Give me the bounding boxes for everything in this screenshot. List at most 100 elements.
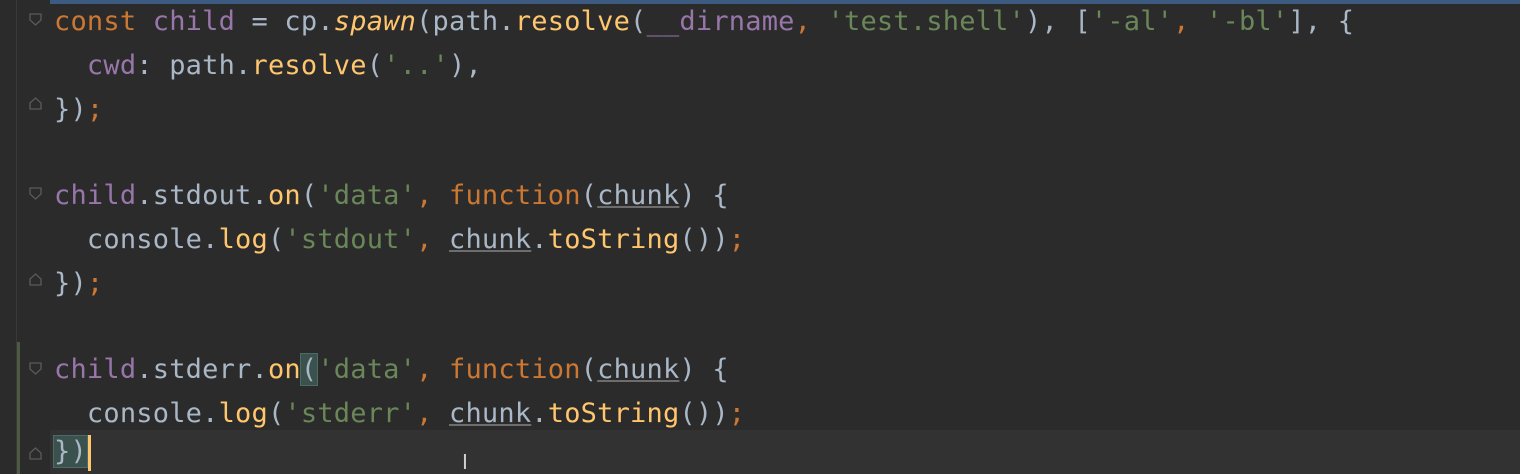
dot: .: [136, 354, 153, 385]
semicolon: ;: [728, 224, 746, 255]
property-cwd: cwd: [54, 50, 137, 81]
keyword-const: const: [54, 6, 137, 37]
comma: ,: [416, 354, 449, 385]
string-data: 'data': [317, 354, 417, 385]
code-line-5[interactable]: child.stdout.on('data', function(chunk) …: [54, 174, 729, 218]
string-stdout: 'stdout': [284, 224, 417, 255]
code-line-6[interactable]: console.log('stdout', chunk.toString());: [54, 218, 745, 262]
dot: .: [202, 224, 219, 255]
method-log: log: [218, 224, 268, 255]
comma: ,: [416, 398, 449, 429]
paren-open: (: [267, 398, 285, 429]
paren-close: ()): [679, 224, 729, 255]
paren-open: (: [630, 6, 647, 37]
comma: ,: [416, 224, 449, 255]
fold-end-marker-icon[interactable]: [29, 447, 42, 460]
paren-open: (: [580, 180, 598, 211]
paren-open: (: [366, 50, 384, 81]
block-close: }): [54, 268, 87, 299]
punctuation: ), [: [1025, 6, 1091, 37]
comma: ,: [794, 6, 828, 37]
string-bl: '-bl': [1206, 6, 1289, 37]
method-tostring: toString: [547, 224, 680, 255]
current-line-highlight: [0, 430, 1520, 474]
string-stderr: 'stderr': [284, 398, 417, 429]
semicolon: ;: [86, 268, 104, 299]
matched-paren-open: (: [299, 353, 319, 386]
code-line-9[interactable]: child.stderr.on('data', function(chunk) …: [54, 348, 729, 392]
dot: .: [202, 398, 219, 429]
vcs-change-marker[interactable]: [17, 342, 20, 474]
string-data: 'data': [317, 180, 417, 211]
param-chunk: chunk: [597, 354, 680, 385]
param-chunk: chunk: [449, 398, 532, 429]
property-stderr: stderr: [152, 354, 252, 385]
semicolon: ;: [728, 398, 746, 429]
paren-brace: ) {: [679, 180, 729, 211]
text-caret: [87, 434, 91, 471]
variable-child: child: [54, 354, 137, 385]
identifier-path: path: [169, 50, 236, 81]
fold-marker-icon[interactable]: [29, 362, 42, 375]
keyword-function: function: [449, 354, 581, 385]
fold-end-marker-icon[interactable]: [29, 97, 42, 110]
dot: .: [531, 224, 548, 255]
text-cursor-icon: I: [462, 450, 468, 474]
string-test-shell: 'test.shell': [827, 6, 1026, 37]
paren-close-comma: ),: [449, 50, 482, 81]
property-stdout: stdout: [152, 180, 252, 211]
comma: ,: [416, 180, 449, 211]
comma: ,: [1173, 6, 1207, 37]
dot: .: [498, 6, 515, 37]
punctuation: ], {: [1288, 6, 1355, 37]
paren-brace: ) {: [679, 354, 729, 385]
code-line-1[interactable]: const child = cp.spawn(path.resolve(__di…: [54, 0, 1354, 44]
code-line-3[interactable]: });: [54, 88, 103, 132]
dot: .: [251, 354, 268, 385]
semicolon: ;: [86, 94, 104, 125]
paren-close: ()): [679, 398, 729, 429]
fold-end-marker-icon[interactable]: [29, 273, 42, 286]
method-on: on: [267, 354, 301, 385]
fold-marker-icon[interactable]: [29, 13, 42, 26]
dot: .: [531, 398, 548, 429]
paren-open: (: [267, 224, 285, 255]
dot: .: [317, 6, 334, 37]
code-editor[interactable]: const child = cp.spawn(path.resolve(__di…: [0, 0, 1520, 474]
paren-open: (: [416, 6, 433, 37]
matched-paren-close: }): [53, 435, 88, 468]
operator-assign: =: [235, 6, 285, 37]
paren-open: (: [300, 180, 318, 211]
method-log: log: [218, 398, 268, 429]
method-resolve: resolve: [514, 6, 631, 37]
colon: :: [136, 50, 170, 81]
method-on: on: [267, 180, 301, 211]
param-chunk: chunk: [449, 224, 532, 255]
string-al: '-al': [1090, 6, 1174, 37]
method-spawn: spawn: [333, 6, 417, 37]
dot: .: [235, 50, 252, 81]
dot: .: [136, 180, 153, 211]
variable-child: child: [54, 180, 137, 211]
fold-marker-icon[interactable]: [29, 187, 42, 200]
dot: .: [251, 180, 268, 211]
editor-gutter[interactable]: [0, 0, 50, 474]
method-resolve: resolve: [251, 50, 367, 81]
identifier-console: console: [54, 398, 203, 429]
method-tostring: toString: [547, 398, 680, 429]
param-chunk: chunk: [597, 180, 680, 211]
string-parent-dir: '..': [383, 50, 449, 81]
code-line-10[interactable]: console.log('stderr', chunk.toString());: [54, 392, 745, 436]
keyword-function: function: [449, 180, 581, 211]
identifier-cp: cp: [284, 6, 318, 37]
block-close: }): [54, 94, 87, 125]
identifier-dirname: __dirname: [646, 6, 795, 37]
code-line-11[interactable]: }): [53, 430, 91, 474]
code-line-7[interactable]: });: [54, 262, 103, 306]
paren-open: (: [580, 354, 598, 385]
variable-child: child: [152, 6, 236, 37]
code-line-2[interactable]: cwd: path.resolve('..'),: [54, 44, 482, 88]
identifier-console: console: [54, 224, 203, 255]
identifier-path: path: [432, 6, 499, 37]
